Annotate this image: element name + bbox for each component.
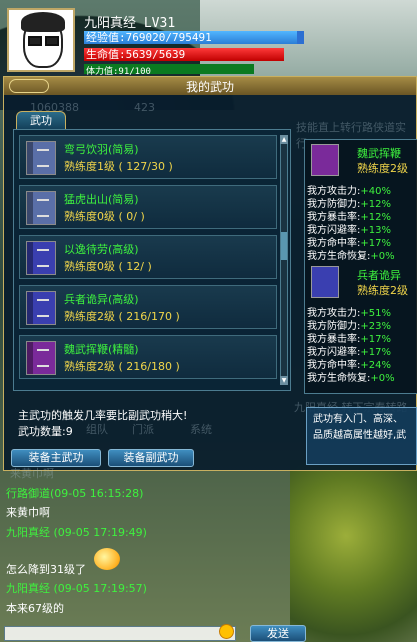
background-text: 系统: [190, 423, 212, 436]
scroll-down-arrow-icon[interactable]: ▼: [280, 376, 288, 385]
hp-bar: 生命值:5639/5639: [84, 48, 284, 61]
chat-sender[interactable]: 九阳真经 (09-05 17:19:49): [6, 524, 147, 540]
stat-line: 我方生命恢复:+0%: [307, 251, 395, 262]
skill-item[interactable]: 弯弓饮羽(简易) 熟练度1级 ( 127/30 ): [19, 135, 277, 179]
skill-name: 兵者诡异(高级): [64, 293, 139, 306]
chat-input[interactable]: [4, 626, 236, 641]
avatar-hair-icon: [21, 12, 65, 32]
character-name: 九阳真经: [84, 16, 137, 31]
chat-message: 怎么降到31级了: [6, 563, 86, 576]
equipped-skill-proficiency: 熟练度2级: [357, 162, 408, 175]
panel-title: 我的武功: [185, 80, 234, 94]
character-name-level: 九阳真经 LV31: [84, 12, 175, 31]
emoticon-icon[interactable]: [219, 624, 234, 639]
chat-message: 来黄巾啊: [6, 506, 50, 519]
skill-count: 武功数量:9: [18, 425, 73, 438]
stamina-value: 91/100: [118, 67, 151, 77]
chat-sender[interactable]: 九阳真经 (09-05 17:19:57): [6, 580, 147, 596]
tree-scenery: [290, 460, 417, 642]
scroll-thumb[interactable]: [281, 232, 287, 260]
chat-emoji-icon: [94, 548, 120, 570]
glasses-icon: [45, 36, 59, 46]
stat-line: 我方生命恢复:+0%: [307, 373, 395, 384]
skill-list-scrollbar[interactable]: ▲ ▼: [280, 135, 288, 385]
glasses-icon: [28, 36, 42, 46]
equip-sub-skill-button[interactable]: 装备副武功: [108, 449, 194, 467]
quality-tooltip: 武功有入门、高深、品质越高属性越好,武: [306, 407, 417, 465]
skill-book-icon: [26, 191, 56, 225]
skill-book-icon: [26, 341, 56, 375]
hp-label: 生命值:: [86, 48, 126, 61]
panel-title-bar[interactable]: 我的武功: [4, 77, 416, 95]
stamina-bar: 体力值:91/100: [84, 64, 254, 77]
skill-book-icon: [311, 266, 339, 298]
scroll-up-arrow-icon[interactable]: ▲: [280, 135, 288, 144]
skill-book-icon: [311, 144, 339, 176]
equipped-skill-name: 魏武挥鞭: [357, 147, 401, 160]
skill-name: 以逸待劳(高级): [64, 243, 139, 256]
chat-sender[interactable]: 行路御道(09-05 16:15:28): [6, 485, 143, 501]
exp-value: 769020/795491: [125, 31, 212, 44]
background-text: 门派: [132, 423, 154, 436]
skill-item[interactable]: 猛虎出山(简易) 熟练度0级 ( 0/ ): [19, 185, 277, 229]
skill-proficiency: 熟练度0级 ( 12/ ): [64, 260, 152, 273]
equipped-skills-column: 魏武挥鞭 熟练度2级 我方攻击力:+40% 我方防御力:+12% 我方暴击率:+…: [304, 139, 417, 394]
equipped-skill-proficiency: 熟练度2级: [357, 284, 408, 297]
exp-bar: 经验值:769020/795491: [84, 31, 304, 44]
skill-name: 魏武挥鞭(精髓): [64, 343, 139, 356]
skill-proficiency: 熟练度2级 ( 216/180 ): [64, 360, 180, 373]
character-header: 九阳真经 LV31 经验值:769020/795491 生命值:5639/563…: [0, 0, 417, 77]
skill-proficiency: 熟练度2级 ( 216/170 ): [64, 310, 180, 323]
stamina-label: 体力值:: [86, 67, 119, 77]
character-level: LV31: [143, 16, 176, 31]
skill-item[interactable]: 以逸待劳(高级) 熟练度0级 ( 12/ ): [19, 235, 277, 279]
skill-name: 猛虎出山(简易): [64, 193, 139, 206]
tab-martial-arts[interactable]: 武功: [16, 111, 66, 129]
send-button[interactable]: 发送: [250, 625, 306, 642]
hp-value: 5639/5639: [125, 48, 186, 61]
background-text: 组队: [86, 423, 108, 436]
skill-book-icon: [26, 241, 56, 275]
avatar[interactable]: [7, 8, 75, 72]
skill-book-icon: [26, 291, 56, 325]
skill-proficiency: 熟练度1级 ( 127/30 ): [64, 160, 173, 173]
skill-list: 弯弓饮羽(简易) 熟练度1级 ( 127/30 ) 猛虎出山(简易) 熟练度0级…: [13, 129, 291, 391]
trigger-hint: 主武功的触发几率要比副武功稍大!: [18, 409, 188, 422]
skill-item[interactable]: 兵者诡异(高级) 熟练度2级 ( 216/170 ): [19, 285, 277, 329]
skill-book-icon: [26, 141, 56, 175]
skill-name: 弯弓饮羽(简易): [64, 143, 139, 156]
chat-message: 本来67级的: [6, 602, 64, 615]
skill-item[interactable]: 魏武挥鞭(精髓) 熟练度2级 ( 216/180 ): [19, 335, 277, 379]
equip-main-skill-button[interactable]: 装备主武功: [11, 449, 101, 467]
equipped-skill-name: 兵者诡异: [357, 269, 401, 282]
background-text: 423: [134, 101, 155, 114]
skill-proficiency: 熟练度0级 ( 0/ ): [64, 210, 145, 223]
background-text: 来黄巾啊: [10, 467, 54, 480]
exp-label: 经验值:: [86, 31, 126, 44]
